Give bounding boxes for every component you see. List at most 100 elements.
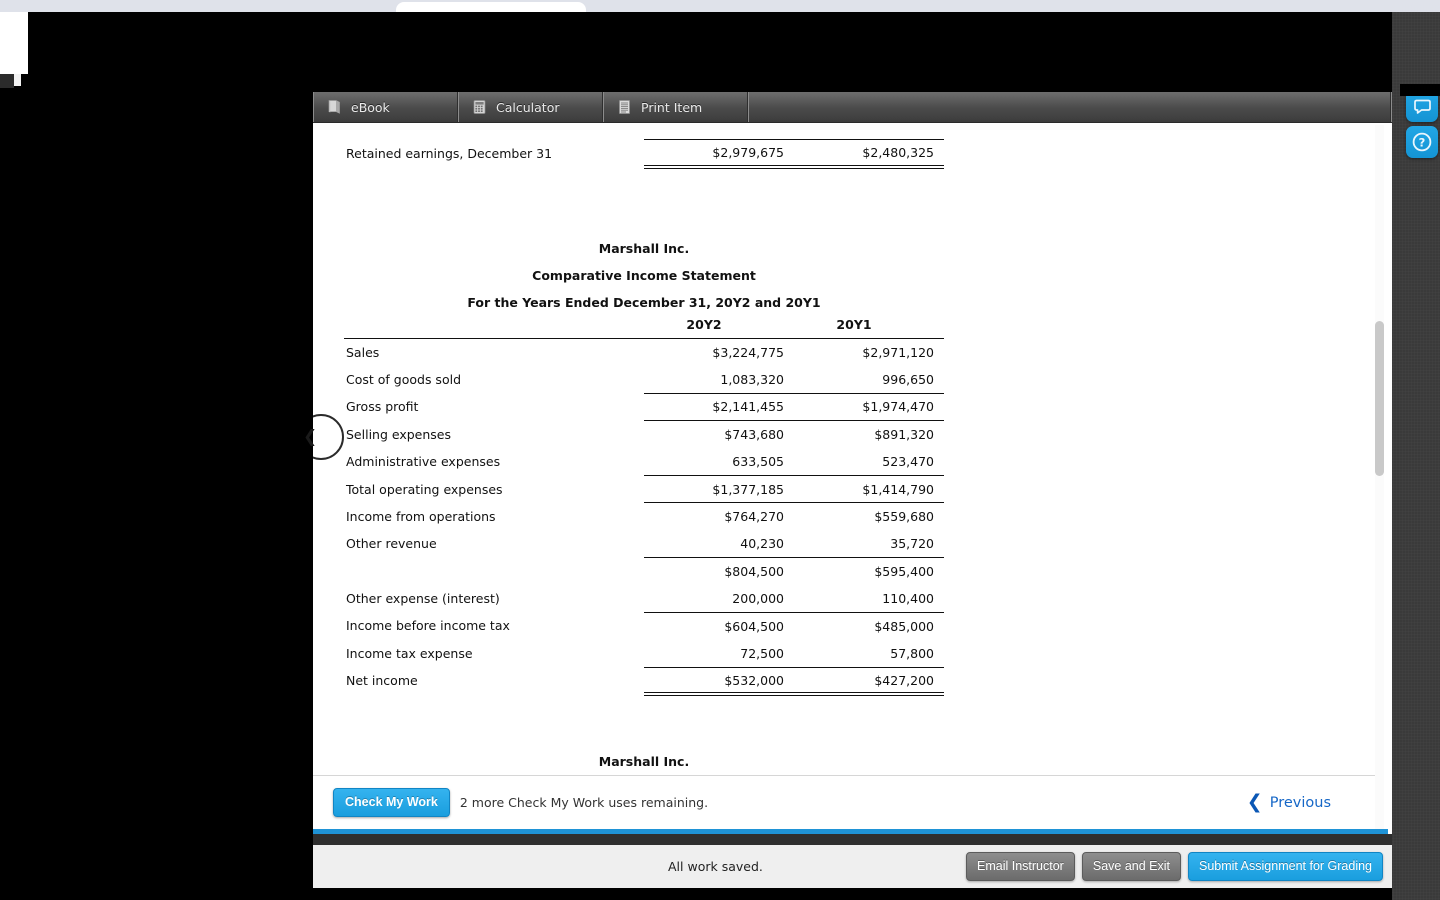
row-label: Gross profit (346, 399, 419, 415)
assignment-window: eBook Calculator Print Item Retained ear… (313, 92, 1392, 888)
retained-earnings-label: Retained earnings, December 31 (346, 145, 553, 161)
row-value-20y2: 633,505 (644, 447, 794, 476)
balance-sheet-company: Marshall Inc. (598, 754, 690, 769)
scrollbar-thumb[interactable] (1375, 321, 1384, 476)
chevron-left-circle-icon: ❮ (303, 427, 318, 447)
previous-label: Previous (1269, 794, 1331, 811)
row-label: Cost of goods sold (346, 371, 462, 387)
row-value-20y2: $804,500 (724, 563, 784, 579)
table-row: Gross profit $2,141,455 $1,974,470 (344, 393, 944, 422)
table-row: Other revenue 40,230 35,720 (344, 530, 944, 559)
row-label (344, 558, 644, 585)
row-value-20y2: 40,230 (644, 530, 794, 559)
print-icon (617, 99, 632, 115)
row-value-20y1: $2,971,120 (862, 344, 934, 360)
row-value-20y1: 523,470 (794, 447, 944, 476)
row-label: Other revenue (346, 536, 437, 552)
row-value-20y1: 35,720 (794, 530, 944, 559)
table-row: Income tax expense 72,500 57,800 (344, 639, 944, 668)
tab-print-item[interactable]: Print Item (604, 92, 749, 122)
book-icon (327, 99, 342, 115)
row-value-20y2: $532,000 (644, 667, 794, 697)
previous-link[interactable]: ❮ Previous (1247, 793, 1331, 812)
save-status-text: All work saved. (668, 859, 763, 874)
table-row: Administrative expenses 633,505 523,470 (344, 447, 944, 476)
chat-tab-clip (1400, 84, 1440, 96)
row-label: Sales (346, 344, 380, 360)
row-value-20y2: $604,500 (724, 618, 784, 634)
help-tab[interactable]: ? (1406, 126, 1438, 158)
check-my-work-uses-text: 2 more Check My Work uses remaining. (459, 795, 709, 810)
chat-bubble-icon (1413, 97, 1432, 116)
footer-button-group: Email Instructor Save and Exit Submit As… (966, 852, 1383, 881)
income-statement-title: Comparative Income Statement (532, 268, 756, 283)
table-row: Net income $532,000 $427,200 (344, 667, 944, 697)
tabstrip-filler (749, 92, 1392, 122)
circle-left-mask (0, 408, 313, 468)
row-value-20y1: 110,400 (794, 584, 944, 613)
left-gray-chip (0, 74, 14, 88)
tab-ebook[interactable]: eBook (313, 92, 459, 122)
row-value-20y2: $764,270 (724, 509, 784, 525)
svg-text:?: ? (1419, 135, 1426, 149)
calculator-icon (472, 99, 487, 115)
column-header-20y1: 20Y1 (794, 311, 944, 339)
row-label: Income before income tax (346, 618, 510, 634)
row-label: Selling expenses (346, 426, 452, 442)
row-value-20y2: $2,141,455 (644, 393, 794, 422)
row-value-20y2: $743,680 (724, 427, 784, 442)
assignment-footer: All work saved. Email Instructor Save an… (313, 845, 1392, 888)
row-value-20y2: 1,083,320 (644, 365, 794, 394)
tab-calculator[interactable]: Calculator (459, 92, 604, 122)
tool-tabstrip: eBook Calculator Print Item (313, 92, 1392, 123)
email-instructor-button[interactable]: Email Instructor (966, 852, 1075, 881)
table-row: Cost of goods sold 1,083,320 996,650 (344, 365, 944, 394)
retained-earnings-col1: $2,979,675 (644, 138, 794, 169)
income-statement-period: For the Years Ended December 31, 20Y2 an… (467, 295, 821, 310)
check-my-work-bar: Check My Work 2 more Check My Work uses … (313, 775, 1375, 829)
row-value-20y1: $427,200 (794, 667, 944, 697)
table-row: Sales $3,224,775 $2,971,120 (344, 338, 944, 365)
row-value-20y1: $891,320 (874, 427, 934, 442)
table-row: Selling expenses $743,680 $891,320 (344, 421, 944, 448)
row-label: Administrative expenses (346, 454, 501, 470)
document-scroll-area[interactable]: Retained earnings, December 31 $2,979,67… (313, 123, 1392, 867)
column-header-20y2: 20Y2 (644, 311, 794, 339)
row-value-20y1: 996,650 (794, 365, 944, 394)
document-scrollbar[interactable] (1375, 125, 1384, 865)
row-value-20y1: $1,414,790 (794, 475, 944, 504)
row-value-20y1: $1,974,470 (794, 393, 944, 422)
browser-top-strip (0, 0, 1440, 12)
row-value-20y1: $485,000 (874, 618, 934, 634)
row-label: Income tax expense (346, 645, 473, 661)
check-my-work-button[interactable]: Check My Work (333, 788, 450, 817)
income-statement-table: 20Y2 20Y1 Sales $3,224,775 $2,971,120 Co… (344, 311, 944, 697)
row-value-20y2: 72,500 (644, 639, 794, 668)
row-label: Other expense (interest) (346, 591, 500, 607)
income-statement-company: Marshall Inc. (598, 241, 690, 256)
row-label: Total operating expenses (346, 481, 503, 497)
table-row: Other expense (interest) 200,000 110,400 (344, 584, 944, 613)
screen: eBook Calculator Print Item Retained ear… (0, 0, 1440, 900)
question-mark-icon: ? (1411, 131, 1433, 153)
tab-ebook-label: eBook (351, 99, 390, 115)
save-and-exit-button[interactable]: Save and Exit (1081, 852, 1181, 881)
retained-earnings-col2: $2,480,325 (794, 138, 944, 169)
chevron-left-icon: ❮ (1246, 791, 1263, 813)
tab-calculator-label: Calculator (496, 99, 560, 115)
row-value-20y1: $559,680 (874, 509, 934, 525)
row-value-20y2: 200,000 (644, 584, 794, 613)
table-row: Total operating expenses $1,377,185 $1,4… (344, 475, 944, 504)
table-row: Retained earnings, December 31 $2,979,67… (344, 138, 944, 169)
row-label: Income from operations (346, 508, 496, 524)
dark-divider-band (313, 834, 1392, 845)
retained-earnings-table: Retained earnings, December 31 $2,979,67… (344, 138, 944, 169)
row-value-20y1: $595,400 (874, 563, 934, 579)
submit-assignment-button[interactable]: Submit Assignment for Grading (1188, 852, 1383, 881)
column-header-blank (344, 311, 644, 339)
tab-print-item-label: Print Item (641, 99, 703, 115)
income-statement-column-header: 20Y2 20Y1 (344, 311, 944, 339)
left-white-sliver (0, 12, 28, 74)
row-value-20y1: 57,800 (794, 639, 944, 668)
row-value-20y2: $1,377,185 (644, 475, 794, 504)
